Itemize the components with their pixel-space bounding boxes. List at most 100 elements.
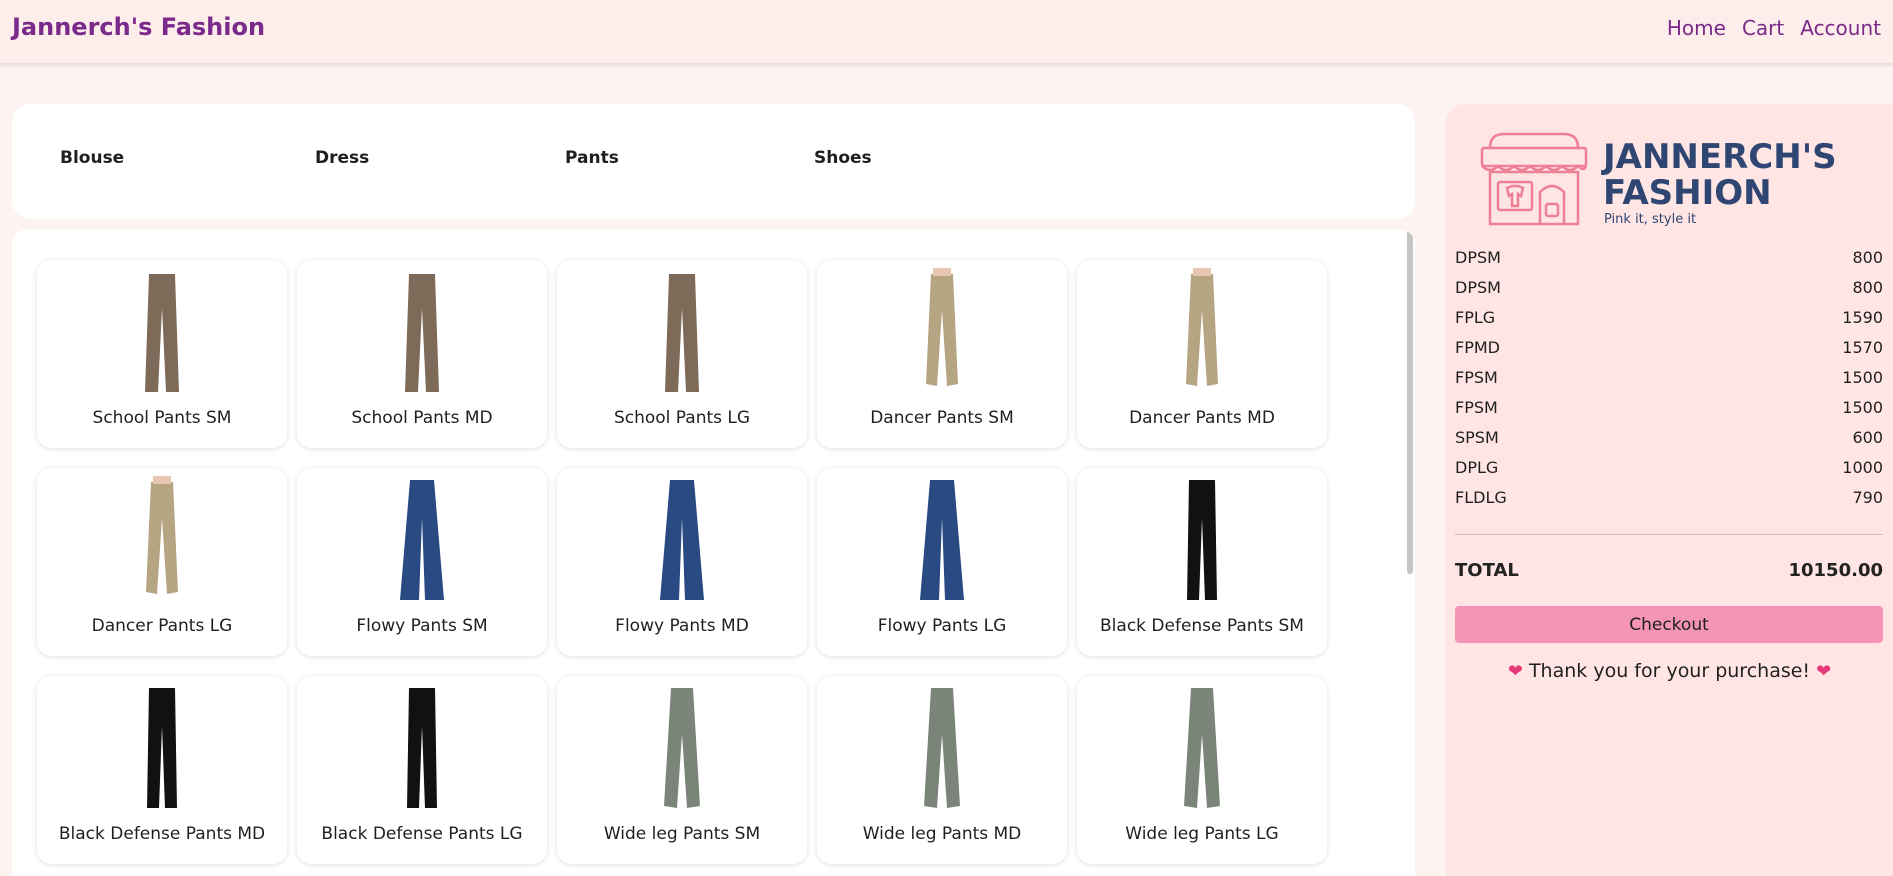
order-item-code: DPSM bbox=[1455, 248, 1501, 267]
product-name: School Pants LG bbox=[613, 408, 751, 428]
order-item-row: FPLG 1590 bbox=[1455, 308, 1883, 338]
product-card[interactable]: School Pants MD bbox=[297, 260, 547, 448]
category-bar: Blouse Dress Pants Shoes bbox=[12, 104, 1415, 219]
product-image bbox=[926, 268, 958, 386]
product-card[interactable]: School Pants LG bbox=[557, 260, 807, 448]
product-name: Black Defense Pants MD bbox=[58, 824, 266, 844]
product-name: Flowy Pants MD bbox=[615, 616, 749, 636]
order-item-code: FPMD bbox=[1455, 338, 1500, 357]
product-image bbox=[146, 476, 178, 594]
product-card[interactable]: Black Defense Pants LG bbox=[297, 676, 547, 864]
product-card[interactable]: Dancer Pants SM bbox=[817, 260, 1067, 448]
product-grid-panel: School Pants SM School Pants MD School Pan… bbox=[12, 230, 1415, 876]
main-nav: Home Cart Account bbox=[1667, 16, 1881, 40]
thank-you-text: Thank you for your purchase! bbox=[1528, 660, 1811, 682]
top-navbar: Jannerch's Fashion Home Cart Account bbox=[0, 0, 1893, 63]
thank-you-message: ❤ Thank you for your purchase! ❤ bbox=[1446, 660, 1893, 682]
order-item-code: DPLG bbox=[1455, 458, 1499, 477]
product-image bbox=[1186, 268, 1218, 386]
order-item-price: 600 bbox=[1852, 428, 1883, 447]
order-item-code: DPSM bbox=[1455, 278, 1501, 297]
product-name: Flowy Pants LG bbox=[877, 616, 1007, 636]
order-item-list: DPSM 800 DPSM 800 FPLG 1590 FPMD 1570 FPSM 1500 FP… bbox=[1455, 248, 1883, 518]
category-dress[interactable]: Dress bbox=[315, 148, 369, 168]
product-card[interactable]: Wide leg Pants LG bbox=[1077, 676, 1327, 864]
order-item-row: FPSM 1500 bbox=[1455, 368, 1883, 398]
order-item-price: 1500 bbox=[1842, 368, 1883, 387]
category-shoes[interactable]: Shoes bbox=[814, 148, 872, 168]
nav-home-link[interactable]: Home bbox=[1667, 16, 1726, 40]
order-item-code: FPLG bbox=[1455, 308, 1496, 327]
product-image bbox=[407, 688, 437, 808]
heart-icon: ❤ bbox=[1507, 661, 1523, 682]
category-blouse[interactable]: Blouse bbox=[60, 148, 124, 168]
product-card[interactable]: Black Defense Pants MD bbox=[37, 676, 287, 864]
nav-account-link[interactable]: Account bbox=[1800, 16, 1881, 40]
product-name: Flowy Pants SM bbox=[356, 616, 488, 636]
product-card[interactable]: Black Defense Pants SM bbox=[1077, 468, 1327, 656]
total-value: 10150.00 bbox=[1788, 560, 1883, 581]
category-pants[interactable]: Pants bbox=[565, 148, 619, 168]
product-image bbox=[920, 480, 964, 600]
order-item-row: DPLG 1000 bbox=[1455, 458, 1883, 488]
product-card[interactable]: School Pants SM bbox=[37, 260, 287, 448]
product-image bbox=[400, 480, 444, 600]
product-image bbox=[145, 274, 179, 392]
product-image bbox=[660, 480, 704, 600]
order-item-price: 790 bbox=[1852, 488, 1883, 507]
product-name: Dancer Pants LG bbox=[91, 616, 233, 636]
order-item-row: FPSM 1500 bbox=[1455, 398, 1883, 428]
product-name: Dancer Pants SM bbox=[870, 408, 1014, 428]
product-grid: School Pants SM School Pants MD School Pan… bbox=[37, 260, 1327, 864]
product-card[interactable]: Flowy Pants MD bbox=[557, 468, 807, 656]
product-image bbox=[665, 274, 699, 392]
product-card[interactable]: Wide leg Pants SM bbox=[557, 676, 807, 864]
total-label: TOTAL bbox=[1455, 560, 1519, 581]
order-item-code: SPSM bbox=[1455, 428, 1499, 447]
cart-summary-panel: JANNERCH'S FASHION Pink it, style it DPS… bbox=[1446, 104, 1893, 876]
logo-line2: FASHION bbox=[1603, 173, 1772, 213]
product-name: Wide leg Pants LG bbox=[1125, 824, 1279, 844]
product-image bbox=[664, 688, 700, 808]
product-card[interactable]: Flowy Pants SM bbox=[297, 468, 547, 656]
order-item-price: 1570 bbox=[1842, 338, 1883, 357]
product-card[interactable]: Flowy Pants LG bbox=[817, 468, 1067, 656]
order-item-row: FLDLG 790 bbox=[1455, 488, 1883, 518]
product-image bbox=[924, 688, 960, 808]
nav-cart-link[interactable]: Cart bbox=[1742, 16, 1784, 40]
logo-line1: JANNERCH'S bbox=[1601, 137, 1837, 177]
order-item-row: DPSM 800 bbox=[1455, 278, 1883, 308]
product-name: Dancer Pants MD bbox=[1129, 408, 1275, 428]
logo-tagline: Pink it, style it bbox=[1604, 212, 1696, 226]
product-name: Black Defense Pants SM bbox=[1100, 616, 1304, 636]
product-card[interactable]: Dancer Pants LG bbox=[37, 468, 287, 656]
product-name: Wide leg Pants MD bbox=[862, 824, 1022, 844]
product-name: School Pants SM bbox=[92, 408, 232, 428]
product-name: Black Defense Pants LG bbox=[321, 824, 523, 844]
order-item-code: FPSM bbox=[1455, 398, 1498, 417]
product-card[interactable]: Dancer Pants MD bbox=[1077, 260, 1327, 448]
storefront-icon bbox=[1480, 132, 1588, 226]
order-total-row: TOTAL 10150.00 bbox=[1455, 560, 1883, 581]
order-item-code: FLDLG bbox=[1455, 488, 1507, 507]
product-name: School Pants MD bbox=[351, 408, 493, 428]
grid-scrollbar[interactable] bbox=[1407, 230, 1413, 574]
order-item-row: SPSM 600 bbox=[1455, 428, 1883, 458]
order-item-price: 800 bbox=[1852, 248, 1883, 267]
store-logo: JANNERCH'S FASHION Pink it, style it bbox=[1480, 132, 1837, 226]
brand-title[interactable]: Jannerch's Fashion bbox=[12, 13, 265, 41]
heart-icon: ❤ bbox=[1816, 661, 1832, 682]
product-card[interactable]: Wide leg Pants MD bbox=[817, 676, 1067, 864]
order-item-price: 1500 bbox=[1842, 398, 1883, 417]
order-item-price: 1000 bbox=[1842, 458, 1883, 477]
order-item-price: 800 bbox=[1852, 278, 1883, 297]
checkout-button[interactable]: Checkout bbox=[1455, 606, 1883, 643]
product-image bbox=[147, 688, 177, 808]
order-item-row: DPSM 800 bbox=[1455, 248, 1883, 278]
product-name: Wide leg Pants SM bbox=[603, 824, 761, 844]
order-item-code: FPSM bbox=[1455, 368, 1498, 387]
product-image bbox=[1187, 480, 1217, 600]
product-image bbox=[405, 274, 439, 392]
order-item-price: 1590 bbox=[1842, 308, 1883, 327]
product-image bbox=[1184, 688, 1220, 808]
